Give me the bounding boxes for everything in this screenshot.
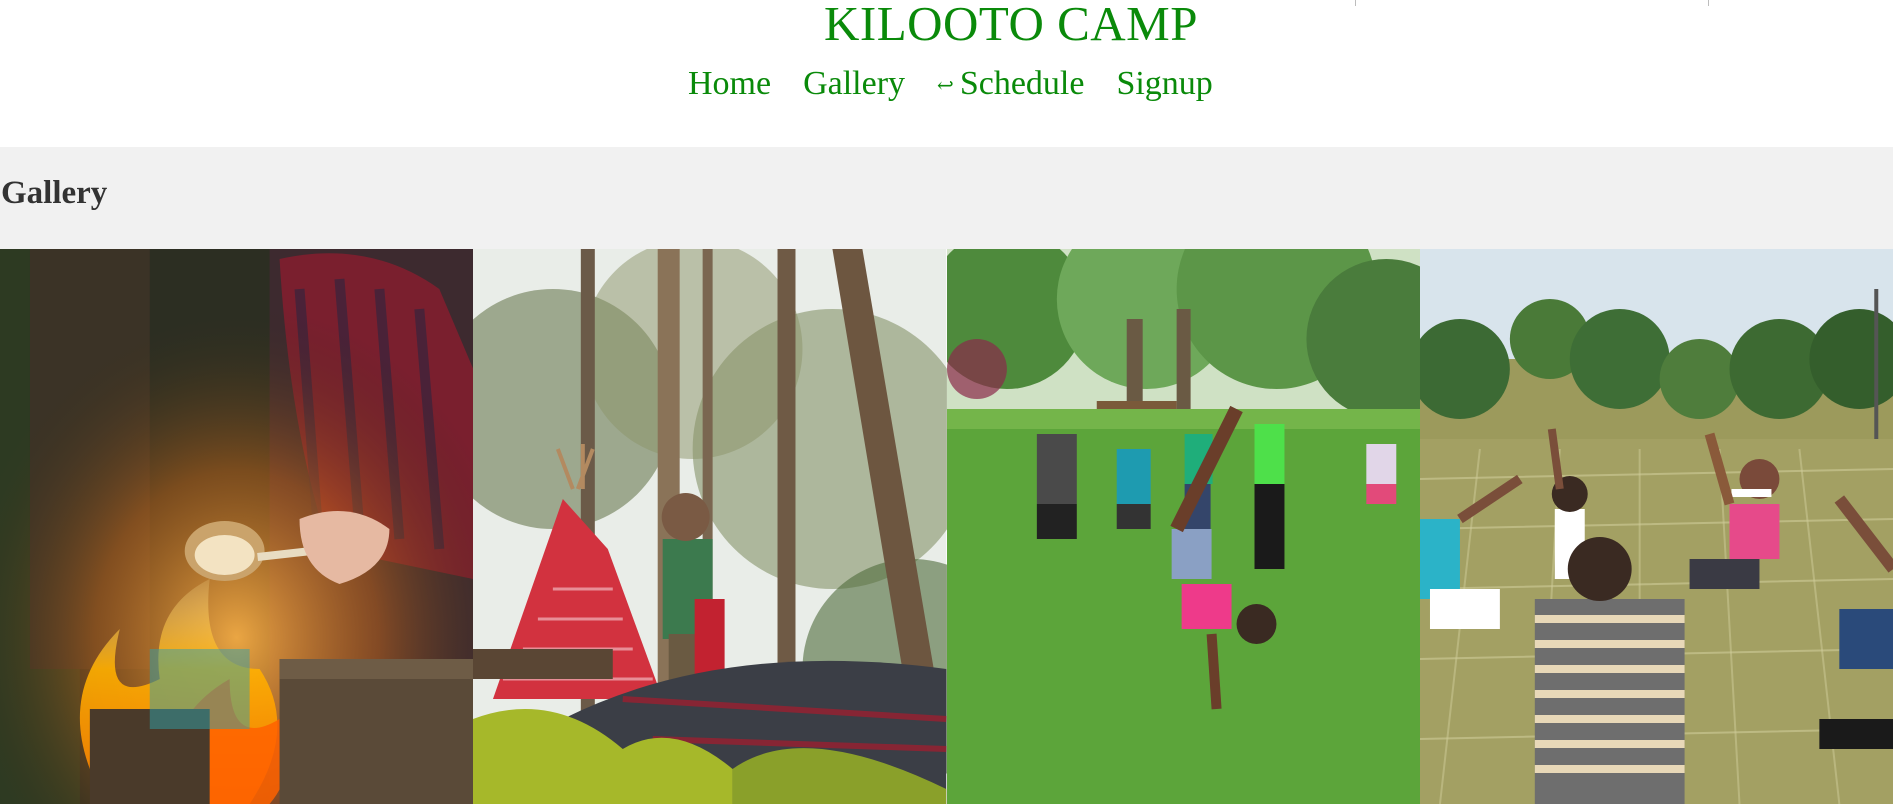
gallery-grid	[0, 249, 1893, 804]
site-title[interactable]: KILOOTO CAMP	[0, 0, 1893, 54]
campfire-image	[0, 249, 474, 804]
gallery-header-band: Gallery	[0, 147, 1893, 249]
nav-signup[interactable]: Signup	[1116, 60, 1212, 108]
gallery-photo-campfire[interactable]	[0, 249, 474, 804]
gallery-photo-park-cartwheel[interactable]	[946, 249, 1420, 804]
main-nav: Home Gallery ↩ Schedule Signup	[688, 60, 1245, 112]
gallery-heading: Gallery	[1, 175, 108, 211]
site-header: KILOOTO CAMP Home Gallery ↩ Schedule Sign…	[0, 0, 1893, 147]
return-arrow-icon: ↩	[937, 75, 954, 97]
circle-on-grass-image	[1419, 249, 1893, 804]
nav-gallery[interactable]: Gallery	[803, 60, 905, 108]
gallery-photo-forest-tent[interactable]	[473, 249, 947, 804]
nav-schedule[interactable]: ↩ Schedule	[937, 60, 1084, 112]
gallery-photo-circle-on-grass[interactable]	[1419, 249, 1893, 804]
park-cartwheel-image	[946, 249, 1420, 804]
forest-tent-image	[473, 249, 947, 804]
nav-home[interactable]: Home	[688, 60, 771, 108]
nav-schedule-label: Schedule	[959, 65, 1085, 102]
